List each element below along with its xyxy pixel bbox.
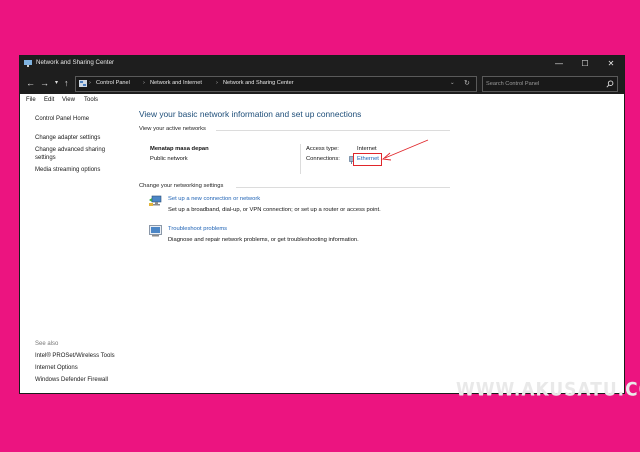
forward-arrow-icon[interactable]: →: [40, 77, 49, 89]
breadcrumb-separator-icon: ›: [89, 80, 91, 86]
troubleshoot-problems-description: Diagnose and repair network problems, or…: [168, 237, 359, 243]
section-divider: [216, 130, 450, 131]
back-arrow-icon[interactable]: ←: [26, 77, 35, 89]
menu-bar: File Edit View Tools: [20, 94, 624, 106]
access-type-label: Access type:: [306, 146, 339, 152]
control-panel-icon: [79, 80, 87, 87]
see-also-intel-proset[interactable]: Intel® PROSet/Wireless Tools: [35, 352, 115, 360]
maximize-button[interactable]: ☐: [572, 56, 598, 72]
sidebar-change-adapter-settings[interactable]: Change adapter settings: [35, 134, 100, 142]
sidebar-control-panel-home[interactable]: Control Panel Home: [35, 115, 89, 123]
access-type-value: Internet: [357, 146, 377, 152]
address-bar-row: ← → ▾ ↑ › Control Panel › Network and In…: [20, 72, 624, 94]
breadcrumb-control-panel[interactable]: Control Panel: [96, 80, 130, 86]
menu-file[interactable]: File: [26, 97, 36, 103]
sidebar-media-streaming-options[interactable]: Media streaming options: [35, 166, 100, 174]
search-input[interactable]: [486, 78, 598, 89]
minimize-button[interactable]: —: [546, 56, 572, 72]
title-bar: Network and Sharing Center — ☐ ✕: [20, 56, 624, 72]
see-also-heading: See also: [35, 341, 59, 347]
setup-new-connection-link[interactable]: Set up a new connection or network: [168, 196, 260, 202]
sidebar-change-advanced-sharing-settings[interactable]: Change advanced sharing settings: [35, 146, 121, 162]
menu-tools[interactable]: Tools: [84, 97, 98, 103]
see-also-windows-defender-firewall[interactable]: Windows Defender Firewall: [35, 376, 108, 384]
close-button[interactable]: ✕: [598, 56, 624, 72]
network-name: Menatap masa depan: [150, 146, 209, 152]
up-arrow-icon[interactable]: ↑: [64, 77, 69, 89]
breadcrumb-separator-icon: ›: [143, 80, 145, 86]
annotation-highlight-box: [353, 153, 382, 166]
network-center-icon: [24, 60, 32, 67]
see-also-internet-options[interactable]: Internet Options: [35, 364, 78, 372]
watermark: WWW.AKUSATU.COM: [456, 379, 640, 401]
troubleshoot-problems-link[interactable]: Troubleshoot problems: [168, 226, 227, 232]
network-type: Public network: [150, 156, 188, 162]
breadcrumb-separator-icon: ›: [216, 80, 218, 86]
window: Network and Sharing Center — ☐ ✕ ← → ▾ ↑…: [20, 56, 624, 393]
address-box[interactable]: › Control Panel › Network and Internet ›…: [75, 76, 477, 92]
search-box[interactable]: [482, 76, 618, 92]
active-networks-label: View your active networks: [139, 126, 206, 132]
breadcrumb-network-and-sharing-center[interactable]: Network and Sharing Center: [223, 80, 294, 86]
setup-new-connection-description: Set up a broadband, dial-up, or VPN conn…: [168, 207, 381, 213]
vertical-divider: [300, 144, 301, 174]
search-icon[interactable]: [606, 80, 614, 88]
menu-edit[interactable]: Edit: [44, 97, 54, 103]
change-settings-label: Change your networking settings: [139, 183, 224, 189]
new-connection-icon: [149, 195, 162, 206]
refresh-icon[interactable]: ↻: [464, 79, 470, 87]
page-title: View your basic network information and …: [139, 109, 362, 119]
connections-label: Connections:: [306, 156, 340, 162]
menu-view[interactable]: View: [62, 97, 75, 103]
window-title: Network and Sharing Center: [36, 59, 115, 66]
recent-locations-chevron-icon[interactable]: ▾: [55, 77, 58, 89]
section-divider: [236, 187, 450, 188]
troubleshoot-icon: [149, 225, 162, 237]
address-dropdown-chevron-icon[interactable]: ⌄: [450, 80, 455, 86]
breadcrumb-network-and-internet[interactable]: Network and Internet: [150, 80, 202, 86]
annotation-arrow-icon: [381, 139, 429, 161]
